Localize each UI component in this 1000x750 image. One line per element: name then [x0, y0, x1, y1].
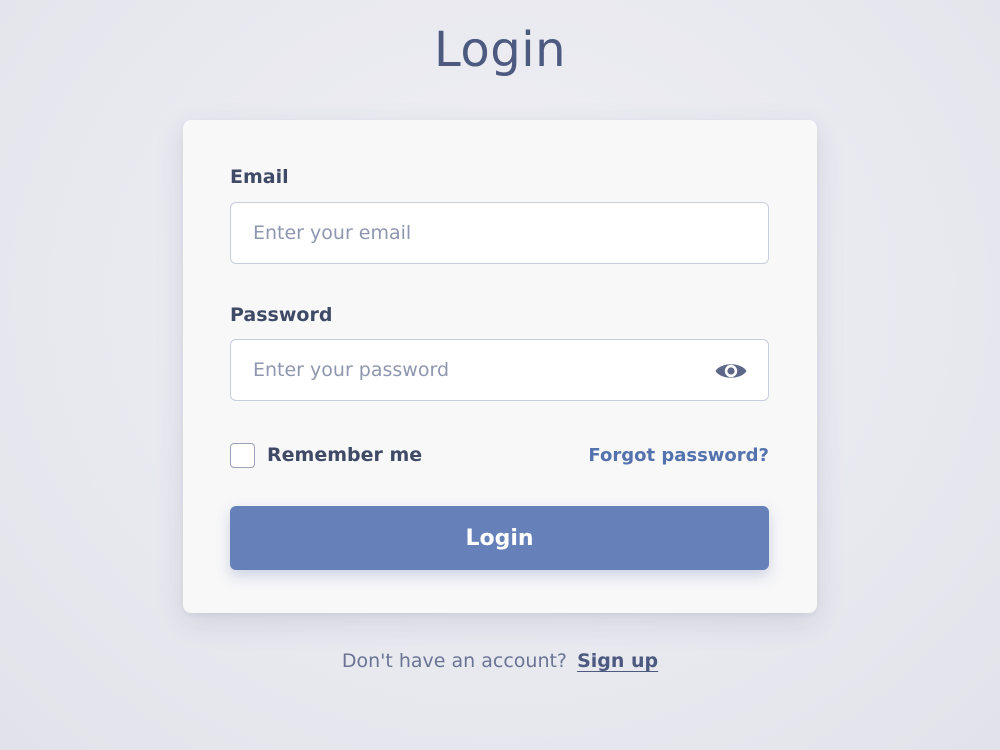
- password-label: Password: [230, 304, 333, 326]
- signup-row: Don't have an account? Sign up: [0, 650, 1000, 672]
- remember-me-label[interactable]: Remember me: [267, 444, 422, 466]
- page-title: Login: [434, 22, 566, 78]
- eye-icon[interactable]: [714, 357, 748, 385]
- email-label: Email: [230, 166, 289, 188]
- password-input[interactable]: [231, 340, 768, 400]
- eye-icon-graphic: [715, 364, 747, 378]
- login-button[interactable]: Login: [230, 506, 769, 570]
- login-card: Email Password Remember me Forgot passwo…: [183, 120, 817, 613]
- signup-link[interactable]: Sign up: [577, 650, 658, 672]
- options-row: Remember me Forgot password?: [230, 442, 769, 470]
- email-input[interactable]: [231, 203, 768, 263]
- password-field-container: [230, 339, 769, 401]
- signup-prompt: Don't have an account?: [341, 650, 568, 672]
- remember-me-checkbox[interactable]: [230, 443, 255, 468]
- forgot-password-link[interactable]: Forgot password?: [588, 445, 769, 466]
- email-field-container: [230, 202, 769, 264]
